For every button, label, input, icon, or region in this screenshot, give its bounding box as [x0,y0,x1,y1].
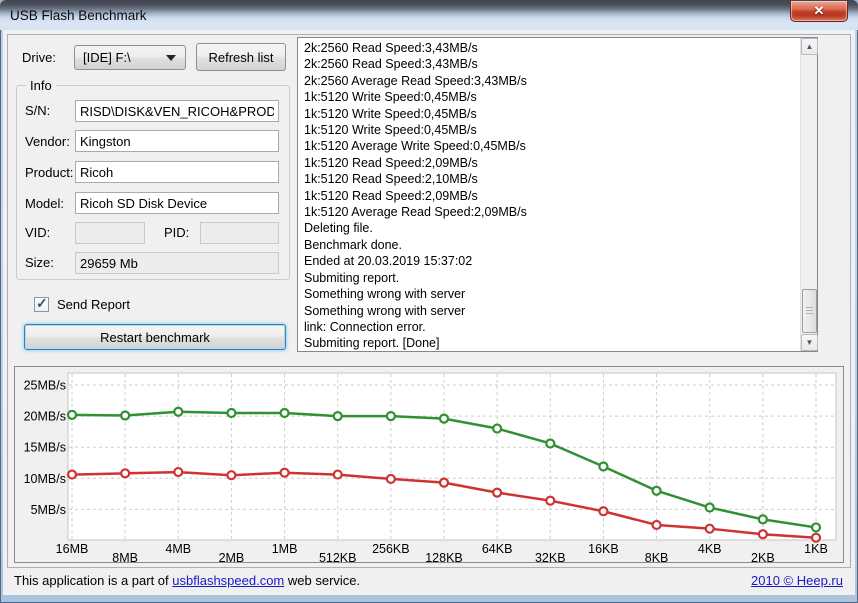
vid-field[interactable] [75,222,145,244]
svg-text:1MB: 1MB [272,542,298,556]
svg-text:1KB: 1KB [804,542,828,556]
vendor-field[interactable] [75,130,279,152]
close-button[interactable]: ✕ [790,1,848,22]
thumb-grip-icon [806,307,813,316]
drive-select[interactable]: [IDE] F:\ [74,45,186,70]
window-title: USB Flash Benchmark [10,8,147,23]
titlebar[interactable]: USB Flash Benchmark ✕ [0,0,858,30]
app-window: USB Flash Benchmark ✕ Drive: [IDE] F:\ R… [0,0,858,603]
scroll-down-button[interactable]: ▼ [801,334,818,351]
log-text[interactable]: 2k:2560 Read Speed:3,43MB/s 2k:2560 Read… [299,38,799,350]
drive-label: Drive: [22,50,56,65]
send-report-label: Send Report [57,297,130,312]
usbflashspeed-link[interactable]: usbflashspeed.com [172,573,284,588]
close-icon: ✕ [814,3,825,18]
pid-field[interactable] [200,222,279,244]
restart-benchmark-button[interactable]: Restart benchmark [24,324,286,350]
client-area: Drive: [IDE] F:\ Refresh list Info S/N: … [3,30,855,595]
svg-text:4MB: 4MB [165,542,191,556]
checkmark-icon: ✓ [36,295,48,312]
chevron-down-icon [166,55,176,61]
size-label: Size: [25,255,54,270]
benchmark-chart: 25MB/s 20MB/s 15MB/s 10MB/s 5MB/s 16MB 8MB 4MB 2… [15,367,843,562]
copyright-link[interactable]: 2010 © Heep.ru [751,573,843,588]
svg-text:8KB: 8KB [645,551,669,562]
svg-text:2KB: 2KB [751,551,775,562]
svg-text:16KB: 16KB [588,542,619,556]
svg-text:64KB: 64KB [482,542,513,556]
svg-text:5MB/s: 5MB/s [31,503,66,517]
svg-text:128KB: 128KB [425,551,463,562]
pid-label: PID: [164,225,189,240]
scroll-up-button[interactable]: ▲ [801,38,818,55]
sn-field[interactable] [75,100,279,122]
info-group-title: Info [26,78,56,93]
svg-text:20MB/s: 20MB/s [24,410,66,424]
footer-text-before: This application is a part of [14,573,172,588]
log-scrollbar[interactable]: ▲ ▼ [800,38,817,351]
vid-label: VID: [25,225,50,240]
refresh-list-button[interactable]: Refresh list [196,43,286,71]
send-report-checkbox[interactable]: ✓ [34,297,49,312]
svg-text:2MB: 2MB [219,551,245,562]
svg-text:4KB: 4KB [698,542,722,556]
footer-text: This application is a part of usbflashsp… [14,573,360,588]
model-field[interactable] [75,192,279,214]
svg-text:10MB/s: 10MB/s [24,472,66,486]
svg-text:16MB: 16MB [56,542,89,556]
product-label: Product: [25,165,73,180]
triangle-down-icon: ▼ [806,338,814,347]
vendor-label: Vendor: [25,134,70,149]
size-field[interactable] [75,252,279,274]
triangle-up-icon: ▲ [806,42,814,51]
model-label: Model: [25,196,64,211]
chart-frame: 25MB/s 20MB/s 15MB/s 10MB/s 5MB/s 16MB 8MB 4MB 2… [14,366,844,563]
sn-label: S/N: [25,103,50,118]
info-groupbox: Info S/N: Vendor: Product: Model: VID: P… [16,85,290,280]
scroll-thumb[interactable] [802,289,817,333]
drive-select-value: [IDE] F:\ [83,50,131,65]
svg-text:25MB/s: 25MB/s [24,379,66,393]
log-panel[interactable]: 2k:2560 Read Speed:3,43MB/s 2k:2560 Read… [297,37,818,352]
svg-text:15MB/s: 15MB/s [24,441,66,455]
svg-text:256KB: 256KB [372,542,410,556]
product-field[interactable] [75,161,279,183]
svg-text:512KB: 512KB [319,551,357,562]
svg-text:8MB: 8MB [112,551,138,562]
svg-text:32KB: 32KB [535,551,566,562]
footer-text-after: web service. [284,573,360,588]
